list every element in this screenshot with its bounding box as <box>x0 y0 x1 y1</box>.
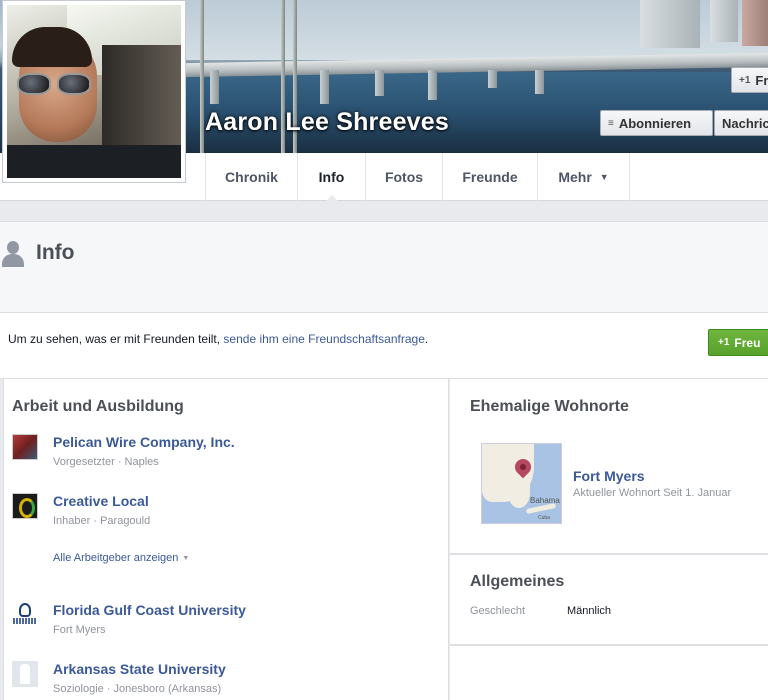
cover-bridge-pillar <box>535 70 544 94</box>
cover-building <box>640 0 700 48</box>
cover-bridge-pillar <box>320 70 329 104</box>
profile-picture[interactable] <box>2 0 186 183</box>
tab-chronik[interactable]: Chronik <box>205 153 297 201</box>
add-friend-label: Freu <box>734 335 761 350</box>
school-name-link[interactable]: Arkansas State University <box>53 661 226 677</box>
tabs: Chronik Info Fotos Freunde Mehr ▼ <box>205 153 630 202</box>
friend-notice-text: Um zu sehen, was er mit Freunden teilt, … <box>8 332 428 346</box>
cover-bridge-pillar <box>210 70 219 104</box>
add-friend-icon: +1 <box>718 337 730 348</box>
right-column: Ehemalige Wohnorte Bahama Cuba Fort Myer… <box>450 379 768 700</box>
section-title: Arbeit und Ausbildung <box>12 398 184 415</box>
tab-label: Freunde <box>462 169 518 185</box>
place-detail: Aktueller Wohnort Seit 1. Januar <box>573 487 732 499</box>
employer-detail: Vorgesetzter · Naples <box>53 456 159 468</box>
map-label-small: Cuba <box>538 515 550 521</box>
tab-freunde[interactable]: Freunde <box>442 153 537 201</box>
subscribe-label: Abonnieren <box>618 115 692 131</box>
cover-bridge-pillar <box>488 70 497 88</box>
chevron-down-icon: ▼ <box>599 172 609 182</box>
cover-pole <box>200 0 204 153</box>
basic-info-section: Allgemeines <box>450 554 768 645</box>
employer-name-link[interactable]: Pelican Wire Company, Inc. <box>53 434 235 450</box>
tab-fotos[interactable]: Fotos <box>365 153 442 201</box>
message-label: Nachrich <box>722 115 768 131</box>
gender-label: Geschlecht <box>470 605 526 617</box>
page-title: Info <box>36 241 75 264</box>
add-friend-cover-label: Fr <box>755 72 768 88</box>
friend-request-link[interactable]: sende ihm eine Freundschaftsanfrage <box>223 332 424 346</box>
cover-bridge-pillar <box>375 70 384 96</box>
tab-info[interactable]: Info <box>297 153 365 202</box>
tab-label: Chronik <box>225 169 278 185</box>
message-button[interactable]: Nachrich <box>714 110 768 136</box>
section-title: Allgemeines <box>470 573 565 590</box>
add-friend-cover-button[interactable]: +1 Fr <box>731 67 768 93</box>
employer-name-link[interactable]: Creative Local <box>53 493 149 509</box>
show-all-employers-link[interactable]: Alle Arbeitgeber anzeigen ▼ <box>53 552 189 564</box>
school-detail: Fort Myers <box>53 624 106 636</box>
chevron-down-icon: ▼ <box>182 554 190 562</box>
notice-text-after: . <box>424 332 429 346</box>
employer-detail: Inhaber · Paragould <box>53 515 151 527</box>
add-friend-icon: +1 <box>739 74 751 86</box>
school-name-link[interactable]: Florida Gulf Coast University <box>53 602 246 618</box>
add-friend-button[interactable]: +1 Freu <box>708 329 768 356</box>
places-section: Ehemalige Wohnorte Bahama Cuba Fort Myer… <box>450 379 768 554</box>
tab-label: Fotos <box>384 169 424 185</box>
cover-building <box>710 0 738 42</box>
section-title: Ehemalige Wohnorte <box>470 398 629 415</box>
cover-building <box>742 0 768 46</box>
tab-mehr[interactable]: Mehr ▼ <box>537 153 630 201</box>
map-label: Bahama <box>530 496 560 505</box>
photo-shirt <box>7 145 181 178</box>
info-header: Info <box>0 221 768 313</box>
profile-photo-image <box>7 5 181 178</box>
place-name-link[interactable]: Fort Myers <box>573 468 645 484</box>
school-logo[interactable] <box>12 602 38 628</box>
empty-section <box>450 645 768 700</box>
friend-notice: Um zu sehen, was er mit Freunden teilt, … <box>0 313 768 379</box>
profile-name[interactable]: Aaron Lee Shreeves <box>205 108 449 137</box>
photo-sunglasses <box>57 73 91 95</box>
employer-logo[interactable] <box>12 493 38 519</box>
school-detail: Soziologie · Jonesboro (Arkansas) <box>53 683 222 695</box>
notice-text-before: Um zu sehen, was er mit Freunden teilt, <box>8 332 224 346</box>
work-education-section: Arbeit und Ausbildung Pelican Wire Compa… <box>3 379 449 700</box>
rss-icon: ≡ <box>608 117 614 129</box>
tab-label: Info <box>318 169 345 185</box>
gender-value: Männlich <box>567 605 612 617</box>
person-icon <box>2 241 24 267</box>
tab-label: Mehr <box>558 169 592 185</box>
subscribe-button[interactable]: ≡ Abonnieren <box>600 110 713 136</box>
show-all-label: Alle Arbeitgeber anzeigen <box>53 552 179 564</box>
location-map[interactable]: Bahama Cuba <box>481 443 562 524</box>
employer-logo[interactable] <box>12 434 38 460</box>
cover-bridge-pillar <box>428 70 437 100</box>
photo-sunglasses <box>17 73 51 95</box>
school-logo[interactable] <box>12 661 38 687</box>
